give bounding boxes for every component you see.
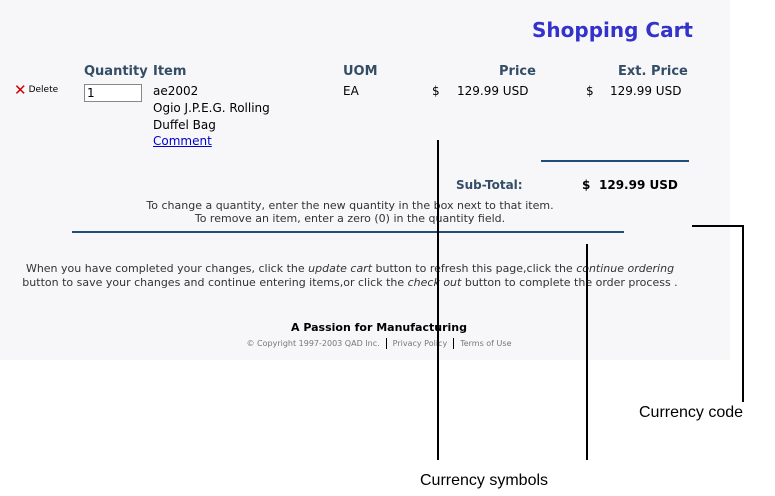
footer-separator [385,338,387,349]
subtotal-amount: $ 129.99 USD [582,178,678,192]
footer-tagline: A Passion for Manufacturing [291,321,467,334]
currency-symbols-callout: Currency symbols [420,472,549,489]
subtotal-currency-symbol: $ [582,178,591,192]
column-header-item: Item [153,64,187,79]
copyright-text: © Copyright 1997-2003 QAD Inc. [246,339,380,348]
help-check-out: check out [407,276,462,289]
help-text-part3: button to save your changes and continue… [22,276,408,289]
ext-price-value: 129.99 USD [610,84,682,98]
terms-of-use-link[interactable]: Terms of Use [460,339,511,348]
footer-separator [453,338,455,349]
subtotal-divider [541,160,689,162]
help-text-part4: button to complete the order process . [461,276,678,289]
page-title: Shopping Cart [532,18,693,42]
price-currency-symbol: $ [432,84,440,98]
delete-label: Delete [28,85,59,95]
help-update-cart: update cart [308,262,373,275]
comment-link[interactable]: Comment [153,134,212,148]
quantity-input[interactable] [84,84,142,102]
column-header-price: Price [499,64,536,79]
instruction-line2: To remove an item, enter a zero (0) in t… [194,212,506,225]
item-code: ae2002 [153,84,199,98]
privacy-policy-link[interactable]: Privacy Policy [393,339,448,348]
help-continue-ordering: continue ordering [576,262,675,275]
ext-price-currency-symbol: $ [586,84,594,98]
help-text-part1: When you have completed your changes, cl… [25,262,309,275]
callout-line-code-vertical [742,225,744,402]
subtotal-label: Sub-Total: [456,178,523,192]
item-description-line2: Duffel Bag [153,118,216,132]
delete-x-icon: ✕ [14,81,27,99]
section-divider [72,231,624,233]
callout-line-code-horizontal [692,225,742,227]
price-value: 129.99 USD [457,84,529,98]
column-header-quantity: Quantity [84,64,148,79]
column-header-uom: UOM [343,64,378,79]
currency-code-callout: Currency code [639,404,744,421]
item-description-line1: Ogio J.P.E.G. Rolling [153,101,270,115]
help-text-part2: button to refresh this page,click the [372,262,577,275]
footer-links: © Copyright 1997-2003 QAD Inc. Privacy Po… [0,338,758,349]
delete-button[interactable]: ✕ Delete [14,81,59,99]
callout-line-symbol-price [437,140,439,460]
column-header-ext-price: Ext. Price [618,64,688,79]
instruction-line1: To change a quantity, enter the new quan… [146,199,554,212]
callout-line-symbol-ext [586,244,588,460]
subtotal-value: 129.99 USD [599,178,678,192]
uom-value: EA [343,84,359,98]
